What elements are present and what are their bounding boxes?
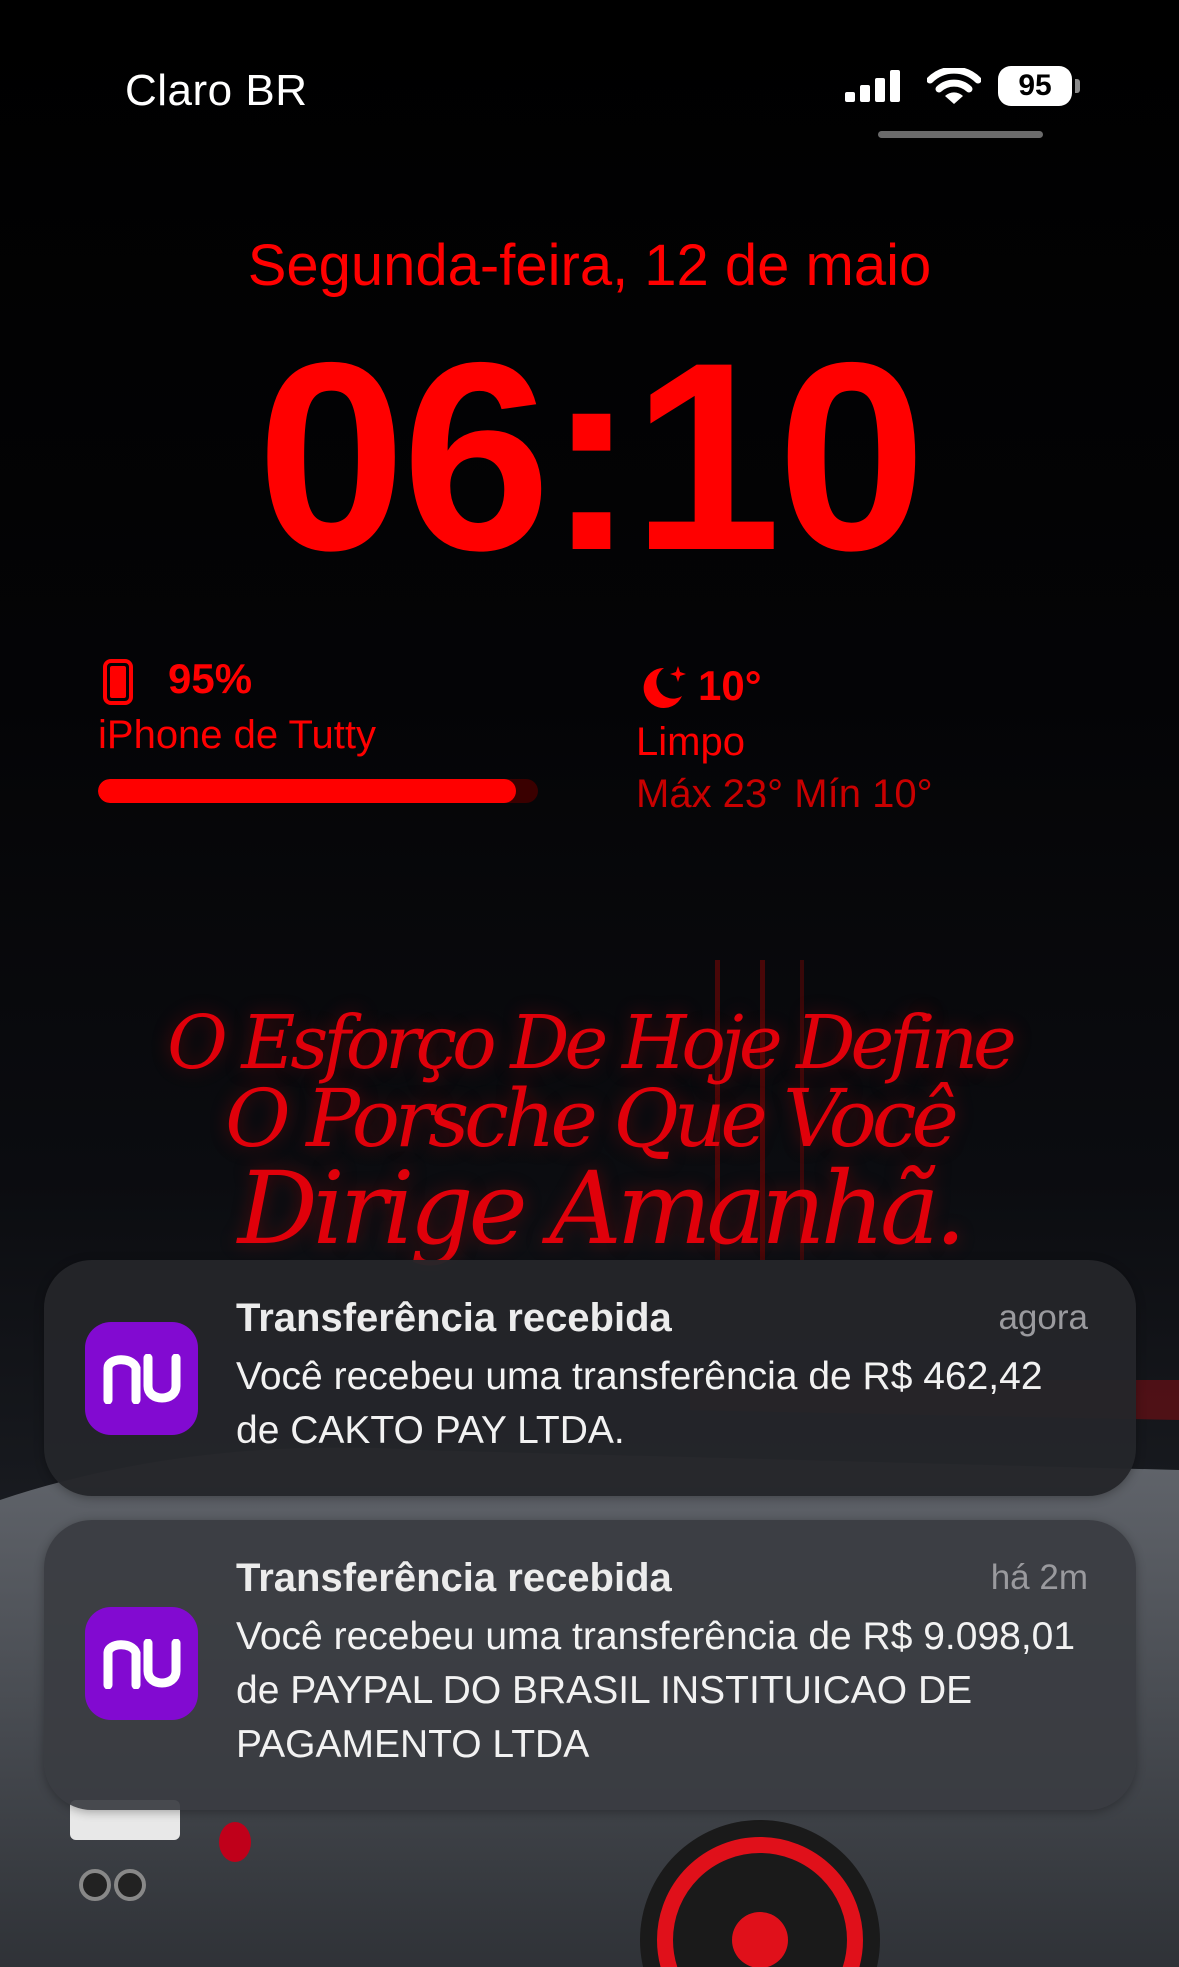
carrier-name: Claro BR [125, 66, 308, 115]
nubank-app-icon [85, 1607, 198, 1720]
moon-stars-icon [643, 666, 686, 708]
battery-percent: 95% [168, 655, 253, 702]
battery-level-fill [98, 779, 516, 803]
battery-level-bar [98, 779, 538, 803]
battery-icon: 95 [998, 66, 1072, 106]
notification-title: Transferência recebida [236, 1296, 672, 1340]
signal-bars-icon [845, 70, 900, 102]
weather-temperature: 10° [698, 662, 762, 709]
battery-nub [1075, 79, 1080, 93]
notification-body: Você recebeu uma transferência de R$ 9.0… [236, 1615, 1076, 1766]
wifi-icon [927, 68, 981, 104]
lock-clock[interactable]: 06:10 [0, 322, 1179, 590]
lock-screen: Claro BR 95 Segunda-feira, 12 de maio 06… [0, 0, 1179, 1967]
notification-card[interactable]: Transferência recebida há 2m Você recebe… [44, 1520, 1136, 1810]
notification-title: Transferência recebida [236, 1556, 672, 1600]
device-name: iPhone de Tutty [98, 713, 376, 757]
notification-time: agora [998, 1298, 1088, 1337]
wallpaper-quote-line-3: Dirige Amanhã. [237, 1150, 967, 1267]
notification-body: Você recebeu uma transferência de R$ 462… [236, 1355, 1043, 1452]
notification-time: há 2m [990, 1558, 1088, 1597]
iphone-icon [103, 659, 133, 705]
battery-level-text: 95 [1018, 69, 1052, 102]
nubank-app-icon [85, 1322, 198, 1435]
notification-center-grabber[interactable] [878, 131, 1043, 138]
weather-condition: Limpo [636, 720, 745, 764]
nu-logo-icon [103, 1353, 180, 1404]
weather-high-low: Máx 23° Mín 10° [636, 772, 933, 816]
nu-logo-icon [103, 1638, 180, 1689]
lock-date: Segunda-feira, 12 de maio [247, 233, 932, 298]
notification-card[interactable]: Transferência recebida agora Você recebe… [44, 1260, 1136, 1496]
